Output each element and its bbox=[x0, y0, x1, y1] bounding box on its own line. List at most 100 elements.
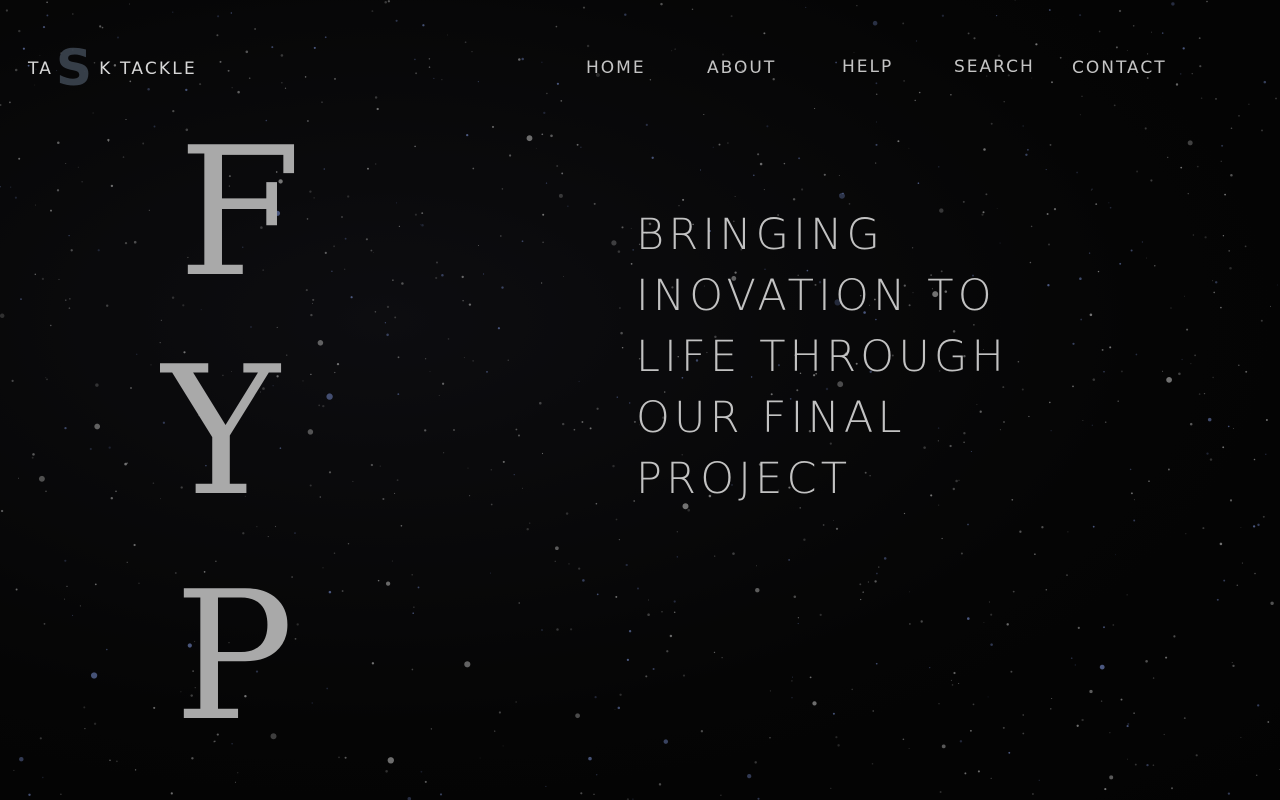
star bbox=[1070, 657, 1073, 660]
star bbox=[703, 113, 705, 116]
star bbox=[50, 324, 52, 327]
star bbox=[902, 22, 905, 25]
star bbox=[897, 140, 900, 143]
star bbox=[66, 585, 68, 588]
star bbox=[1091, 188, 1093, 190]
star bbox=[1182, 47, 1185, 50]
star bbox=[347, 542, 350, 545]
star bbox=[499, 235, 502, 237]
nav-help[interactable]: HELP bbox=[842, 57, 893, 77]
star bbox=[554, 560, 556, 562]
star bbox=[629, 402, 631, 404]
star bbox=[436, 261, 438, 264]
star bbox=[1133, 499, 1135, 501]
star bbox=[471, 51, 473, 53]
star bbox=[967, 617, 970, 620]
star bbox=[518, 602, 520, 604]
star bbox=[1276, 284, 1278, 286]
star bbox=[81, 181, 83, 183]
nav-home[interactable]: HOME bbox=[586, 58, 646, 78]
star bbox=[34, 84, 36, 86]
star bbox=[271, 46, 274, 49]
star bbox=[1115, 554, 1116, 556]
star bbox=[92, 112, 94, 114]
star bbox=[18, 157, 21, 160]
star bbox=[1103, 626, 1105, 629]
star bbox=[914, 99, 916, 102]
star bbox=[45, 490, 47, 493]
star bbox=[443, 452, 445, 454]
star bbox=[344, 237, 347, 240]
star bbox=[439, 793, 443, 796]
star bbox=[615, 595, 618, 598]
star bbox=[0, 186, 1, 188]
star bbox=[1213, 291, 1215, 294]
star bbox=[463, 357, 465, 359]
star bbox=[1144, 127, 1147, 130]
star bbox=[769, 690, 771, 692]
star bbox=[959, 740, 963, 743]
star bbox=[1135, 353, 1138, 356]
star bbox=[632, 249, 635, 251]
star bbox=[424, 429, 427, 432]
nav-contact[interactable]: CONTACT bbox=[1072, 58, 1167, 78]
star bbox=[596, 593, 599, 596]
star bbox=[1108, 202, 1110, 204]
star bbox=[77, 166, 79, 168]
star bbox=[1230, 127, 1233, 130]
star bbox=[94, 583, 97, 586]
star bbox=[318, 404, 321, 407]
star bbox=[766, 125, 769, 128]
star bbox=[1189, 422, 1193, 426]
star bbox=[595, 502, 598, 505]
star bbox=[920, 620, 923, 623]
star bbox=[110, 496, 114, 500]
star bbox=[310, 313, 313, 317]
star bbox=[1238, 364, 1240, 366]
star bbox=[633, 500, 636, 502]
nav-search[interactable]: SEARCH bbox=[954, 57, 1035, 77]
star bbox=[101, 26, 104, 29]
star bbox=[494, 730, 496, 732]
star bbox=[1224, 193, 1226, 196]
star bbox=[507, 359, 509, 361]
star bbox=[541, 133, 544, 136]
star bbox=[46, 14, 49, 17]
star bbox=[501, 286, 504, 289]
star bbox=[424, 358, 427, 360]
headline-line: LIFE THROUGH bbox=[636, 332, 1009, 382]
star bbox=[311, 702, 313, 704]
star bbox=[341, 216, 343, 218]
star bbox=[386, 305, 390, 309]
star bbox=[509, 154, 512, 157]
star bbox=[1103, 370, 1105, 373]
star bbox=[558, 193, 563, 198]
star bbox=[586, 44, 590, 48]
star bbox=[620, 331, 623, 335]
star bbox=[497, 327, 501, 330]
star bbox=[395, 19, 398, 22]
star bbox=[323, 168, 326, 170]
star bbox=[950, 93, 952, 96]
star bbox=[1038, 779, 1040, 781]
star bbox=[398, 225, 401, 228]
star bbox=[379, 465, 381, 467]
star bbox=[68, 307, 71, 309]
nav-about[interactable]: ABOUT bbox=[707, 58, 776, 78]
star bbox=[32, 453, 35, 456]
star bbox=[46, 1, 48, 4]
star bbox=[331, 270, 333, 273]
star bbox=[917, 182, 920, 184]
star bbox=[302, 380, 304, 382]
star bbox=[1008, 751, 1011, 754]
star bbox=[1267, 721, 1270, 723]
star bbox=[960, 552, 963, 555]
star bbox=[1219, 542, 1223, 546]
star bbox=[1109, 346, 1112, 349]
star bbox=[447, 338, 450, 340]
star bbox=[1190, 363, 1192, 365]
star bbox=[556, 165, 559, 167]
star bbox=[413, 606, 415, 608]
star bbox=[1185, 533, 1187, 535]
star bbox=[216, 34, 219, 37]
